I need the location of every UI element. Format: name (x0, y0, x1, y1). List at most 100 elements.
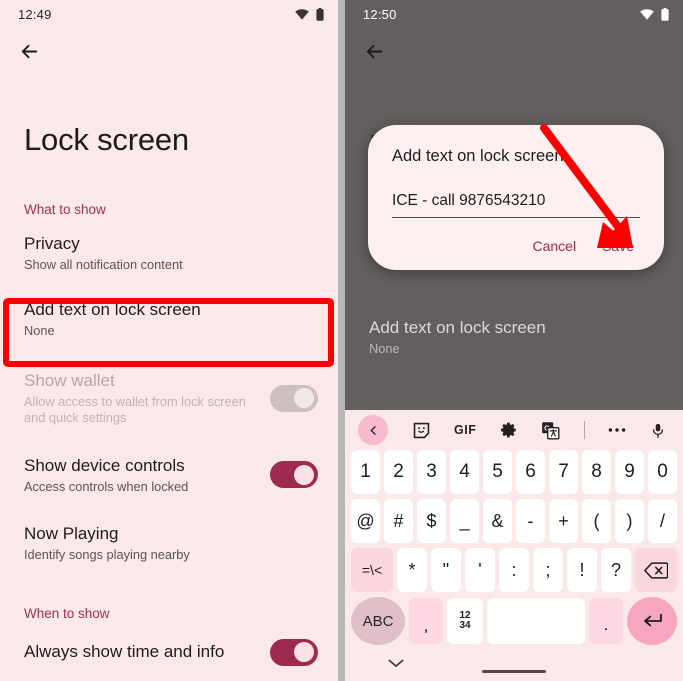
key-ampersand[interactable]: & (483, 499, 512, 543)
setting-row-now-playing[interactable]: Now Playing Identify songs playing nearb… (0, 507, 338, 575)
back-arrow-icon[interactable] (18, 40, 41, 63)
key-5[interactable]: 5 (483, 450, 512, 494)
row-texts: Privacy Show all notification content (24, 233, 318, 273)
key-more-symbols[interactable]: =\< (351, 548, 393, 592)
row-title: Show device controls (24, 455, 185, 475)
row-title: Add text on lock screen (369, 318, 546, 337)
row-texts: Now Playing Identify songs playing nearb… (24, 523, 318, 563)
toggle-knob (294, 642, 314, 662)
gif-button[interactable]: GIF (454, 423, 476, 437)
row-title: Now Playing (24, 524, 119, 544)
section-header-what-to-show: What to show (24, 202, 106, 217)
key-2[interactable]: 2 (384, 450, 413, 494)
section-header-when-to-show: When to show (24, 605, 110, 621)
gear-icon (500, 422, 516, 438)
chevron-down-icon (388, 659, 404, 667)
key-numeric-layout[interactable]: 12 34 (447, 598, 483, 644)
keyboard-toolbar: GIF G (348, 410, 680, 450)
key-abc-switch[interactable]: ABC (351, 597, 405, 645)
key-double-quote[interactable]: " (431, 548, 461, 592)
keyboard-settings-button[interactable] (500, 421, 518, 439)
key-slash[interactable]: / (648, 499, 677, 543)
panel-divider (338, 0, 345, 681)
key-period[interactable]: . (589, 598, 623, 644)
status-bar-right: 12:50 (345, 0, 683, 28)
setting-row-add-text-on-lock-screen[interactable]: Add text on lock screen None (0, 285, 338, 355)
toolbar-divider (583, 421, 585, 439)
sticker-button[interactable] (412, 421, 431, 440)
key-0[interactable]: 0 (648, 450, 677, 494)
key-6[interactable]: 6 (516, 450, 545, 494)
enter-icon (644, 613, 662, 627)
key-hash[interactable]: # (384, 499, 413, 543)
hide-keyboard-button[interactable] (388, 655, 404, 673)
keyboard-row-symbols-1: @ # $ _ & - + ( ) / (348, 499, 680, 543)
key-comma[interactable]: , (409, 598, 443, 644)
translate-icon: G (542, 421, 560, 439)
key-asterisk[interactable]: * (397, 548, 427, 592)
key-underscore[interactable]: _ (450, 499, 479, 543)
more-options-button[interactable] (608, 427, 626, 433)
voice-input-button[interactable] (650, 421, 666, 440)
dialog-actions: Cancel Save (390, 218, 642, 260)
key-close-paren[interactable]: ) (615, 499, 644, 543)
row-texts: Show wallet Allow access to wallet from … (24, 370, 260, 427)
key-dollar[interactable]: $ (417, 499, 446, 543)
wifi-icon (295, 8, 309, 20)
key-4[interactable]: 4 (450, 450, 479, 494)
setting-row-privacy[interactable]: Privacy Show all notification content (0, 217, 338, 285)
row-subtitle: Identify songs playing nearby (24, 546, 190, 562)
backspace-icon (644, 561, 668, 579)
sticker-icon (413, 422, 429, 438)
key-7[interactable]: 7 (549, 450, 578, 494)
row-title: Always show time and info (24, 642, 225, 662)
key-apostrophe[interactable]: ' (465, 548, 495, 592)
row-title: Show wallet (24, 370, 115, 390)
keyboard-back-icon[interactable] (358, 415, 388, 445)
setting-row-always-show-time-and-info[interactable]: Always show time and info (0, 621, 338, 678)
status-icons (295, 7, 324, 21)
status-icons (640, 7, 669, 21)
key-9[interactable]: 9 (615, 450, 644, 494)
row-title: Add text on lock screen (24, 300, 201, 320)
translate-button[interactable]: G (541, 421, 560, 440)
setting-row-show-wallet: Show wallet Allow access to wallet from … (0, 356, 338, 439)
row-subtitle: None (24, 323, 55, 339)
key-1[interactable]: 1 (351, 450, 380, 494)
key-3[interactable]: 3 (417, 450, 446, 494)
key-plus[interactable]: + (549, 499, 578, 543)
key-question[interactable]: ? (601, 548, 631, 592)
setting-row-show-device-controls[interactable]: Show device controls Access controls whe… (0, 439, 338, 507)
toggle-show-device-controls[interactable] (270, 461, 318, 489)
left-phone-screen: 12:49 Lock screen What to show Privacy S… (0, 0, 338, 681)
key-spacebar[interactable] (487, 598, 585, 644)
key-hyphen[interactable]: - (516, 499, 545, 543)
key-backspace[interactable] (635, 548, 677, 592)
key-enter[interactable] (627, 597, 677, 645)
cancel-button[interactable]: Cancel (532, 238, 576, 254)
keyboard-back-button[interactable] (358, 415, 388, 445)
key-semicolon[interactable]: ; (533, 548, 563, 592)
toggle-knob (294, 464, 314, 485)
numeric-layout-glyph: 12 34 (459, 610, 470, 632)
back-bar-left (0, 28, 338, 74)
back-arrow-icon[interactable] (363, 40, 386, 63)
keyboard-row-bottom: ABC , 12 34 . (348, 597, 680, 645)
toggle-show-wallet (270, 384, 318, 412)
row-texts: Add text on lock screen None (24, 299, 318, 339)
toggle-knob (294, 388, 314, 409)
key-colon[interactable]: : (499, 548, 529, 592)
row-subtitle: None (369, 340, 400, 356)
lock-screen-text-input[interactable] (392, 192, 640, 218)
gesture-navigation-bar (482, 670, 546, 673)
key-exclamation[interactable]: ! (567, 548, 597, 592)
key-open-paren[interactable]: ( (582, 499, 611, 543)
more-options-icon (609, 428, 626, 432)
toggle-always-show-time-and-info[interactable] (270, 638, 318, 666)
on-screen-keyboard: GIF G 1 2 3 4 5 6 7 8 9 0 @ # $ _ & - + … (345, 410, 683, 681)
key-8[interactable]: 8 (582, 450, 611, 494)
save-button[interactable]: Save (602, 238, 634, 254)
dialog-title: Add text on lock screen (392, 147, 564, 165)
key-at[interactable]: @ (351, 499, 380, 543)
dialog-field (390, 192, 642, 218)
